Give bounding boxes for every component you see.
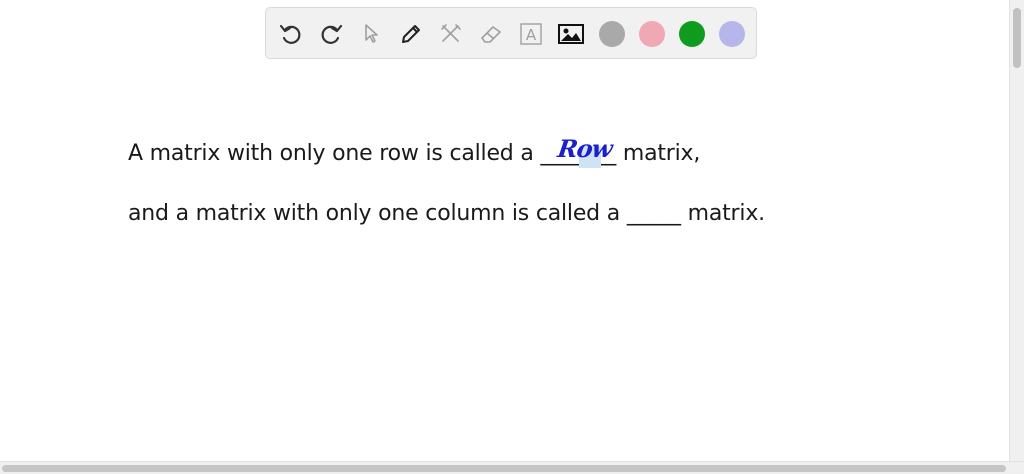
eraser-icon [481, 26, 501, 43]
vertical-scroll-thumb[interactable] [1013, 8, 1021, 68]
handwritten-answer: Row [555, 134, 614, 163]
line2-text-after: matrix. [680, 201, 766, 226]
eraser-button[interactable] [476, 19, 506, 49]
pen-button[interactable] [396, 19, 426, 49]
line1-text-after: matrix, [616, 141, 701, 166]
redo-button[interactable] [316, 19, 346, 49]
horizontal-scrollbar[interactable] [0, 461, 1024, 474]
pointer-icon [365, 24, 378, 43]
color-swatch-pink[interactable] [639, 21, 665, 47]
image-button[interactable] [556, 19, 586, 49]
text-icon-glyph: A [526, 26, 537, 44]
pen-icon [402, 25, 420, 43]
color-swatch-lavender[interactable] [719, 21, 745, 47]
vertical-scrollbar[interactable] [1009, 0, 1024, 462]
column-blank: _____ [626, 201, 681, 226]
horizontal-scroll-thumb[interactable] [2, 465, 1006, 472]
color-swatch-gray[interactable] [599, 21, 625, 47]
tools-icon [441, 24, 461, 42]
color-swatch-green[interactable] [679, 21, 705, 47]
text-icon: A [520, 23, 542, 45]
text-button[interactable]: A [516, 19, 546, 49]
drawing-toolbar: A [265, 7, 757, 59]
image-icon [558, 24, 584, 44]
tools-button[interactable] [436, 19, 466, 49]
undo-button[interactable] [276, 19, 306, 49]
undo-icon [279, 24, 301, 44]
line1-text-before: A matrix with only one row is called a [128, 141, 541, 166]
redo-icon [321, 24, 343, 44]
question-line-1: A matrix with only one row is called a _… [128, 141, 700, 166]
line2-text-before: and a matrix with only one column is cal… [128, 201, 627, 226]
select-button[interactable] [356, 19, 386, 49]
question-line-2: and a matrix with only one column is cal… [128, 201, 765, 226]
